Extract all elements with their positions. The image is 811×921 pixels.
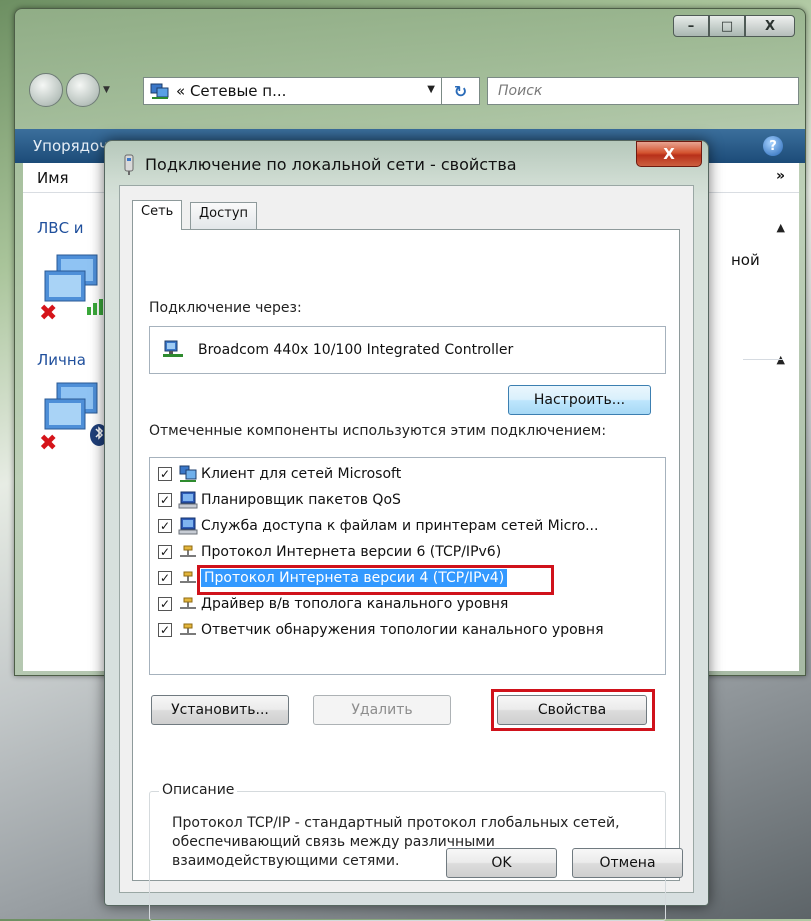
- protocol-icon: [180, 597, 196, 609]
- highlight-box-properties: [491, 689, 655, 731]
- component-checkbox[interactable]: ✓: [158, 623, 172, 637]
- network-tab-panel: Подключение через: Broadcom 440x 10/100 …: [132, 229, 680, 921]
- adapter-field: Broadcom 440x 10/100 Integrated Controll…: [149, 326, 666, 374]
- component-label: Драйвер в/в тополога канального уровня: [201, 596, 509, 612]
- component-checkbox[interactable]: ✓: [158, 545, 172, 559]
- description-legend: Описание: [159, 782, 238, 798]
- side-text: ной: [731, 251, 760, 269]
- forward-button[interactable]: [66, 73, 100, 107]
- dialog-title: Подключение по локальной сети - свойства: [145, 155, 517, 174]
- cancel-button[interactable]: Отмена: [572, 848, 683, 878]
- network-adapter-icon: [124, 154, 134, 175]
- list-item[interactable]: ✓ Клиент для сетей Microsoft: [158, 462, 401, 486]
- component-label: Ответчик обнаружения топологии канальног…: [201, 622, 604, 638]
- component-checkbox[interactable]: ✓: [158, 467, 172, 481]
- group-divider: [743, 359, 783, 360]
- install-button[interactable]: Установить...: [151, 695, 289, 725]
- protocol-icon: [180, 571, 196, 583]
- component-label: Служба доступа к файлам и принтерам сете…: [201, 518, 599, 534]
- disconnected-icon: ✖: [39, 301, 58, 326]
- ok-button[interactable]: OK: [446, 848, 557, 878]
- component-checkbox[interactable]: ✓: [158, 493, 172, 507]
- more-columns-icon[interactable]: »: [776, 168, 785, 184]
- adapter-name: Broadcom 440x 10/100 Integrated Controll…: [198, 342, 514, 358]
- service-icon: [178, 491, 198, 509]
- refresh-icon[interactable]: ↻: [441, 77, 479, 105]
- maximize-button[interactable]: □: [709, 15, 745, 37]
- component-label: Клиент для сетей Microsoft: [201, 466, 402, 482]
- nav-buttons: ▼: [29, 73, 115, 107]
- list-item[interactable]: ✓ Драйвер в/в тополога канального уровня: [158, 592, 508, 616]
- client-icon: [179, 465, 197, 482]
- component-label: Планировщик пакетов QoS: [201, 492, 401, 508]
- configure-button[interactable]: Настроить...: [508, 385, 651, 415]
- dialog-close-button[interactable]: X: [636, 141, 702, 167]
- group-personal[interactable]: Лична: [37, 351, 86, 369]
- properties-dialog: Подключение по локальной сети - свойства…: [104, 140, 709, 921]
- component-checkbox[interactable]: ✓: [158, 519, 172, 533]
- list-item[interactable]: ✓ Служба доступа к файлам и принтерам се…: [158, 514, 598, 538]
- collapse-group-icon[interactable]: ▲: [777, 221, 785, 234]
- group-lan[interactable]: ЛВС и: [37, 219, 84, 237]
- list-item[interactable]: ✓ Протокол Интернета версии 6 (TCP/IPv6): [158, 540, 501, 564]
- minimize-button[interactable]: –: [673, 15, 709, 37]
- network-folder-icon: [150, 83, 169, 99]
- component-checkbox[interactable]: ✓: [158, 571, 172, 585]
- list-item[interactable]: ✓ Планировщик пакетов QoS: [158, 488, 401, 512]
- service-icon: [178, 517, 198, 535]
- search-input[interactable]: Поиск: [487, 77, 799, 105]
- protocol-icon: [180, 545, 196, 557]
- component-checkbox[interactable]: ✓: [158, 597, 172, 611]
- close-window-button[interactable]: X: [745, 15, 795, 37]
- adapter-icon: [163, 340, 183, 357]
- address-dropdown-icon[interactable]: ▼: [427, 84, 435, 95]
- help-icon[interactable]: ?: [763, 136, 783, 156]
- highlight-box-ipv4: [197, 565, 554, 595]
- connect-via-label: Подключение через:: [149, 300, 302, 316]
- history-dropdown-icon[interactable]: ▼: [103, 73, 115, 107]
- address-text: « Сетевые п...: [176, 82, 287, 100]
- tab-sharing[interactable]: Доступ: [190, 202, 258, 230]
- back-button[interactable]: [29, 73, 63, 107]
- disconnected-icon: ✖: [39, 431, 58, 456]
- dialog-body: Сеть Доступ Подключение через: Broadcom …: [119, 185, 694, 921]
- component-label: Протокол Интернета версии 6 (TCP/IPv6): [201, 544, 502, 560]
- components-label: Отмеченные компоненты используются этим …: [149, 423, 607, 439]
- address-bar[interactable]: « Сетевые п... ▼ ↻: [143, 77, 480, 105]
- uninstall-button[interactable]: Удалить: [313, 695, 451, 725]
- window-controls: – □ X: [673, 15, 795, 37]
- list-item[interactable]: ✓ Ответчик обнаружения топологии канальн…: [158, 618, 604, 642]
- protocol-icon: [180, 623, 196, 635]
- name-column-header[interactable]: Имя: [37, 169, 69, 187]
- tab-network[interactable]: Сеть: [132, 200, 183, 230]
